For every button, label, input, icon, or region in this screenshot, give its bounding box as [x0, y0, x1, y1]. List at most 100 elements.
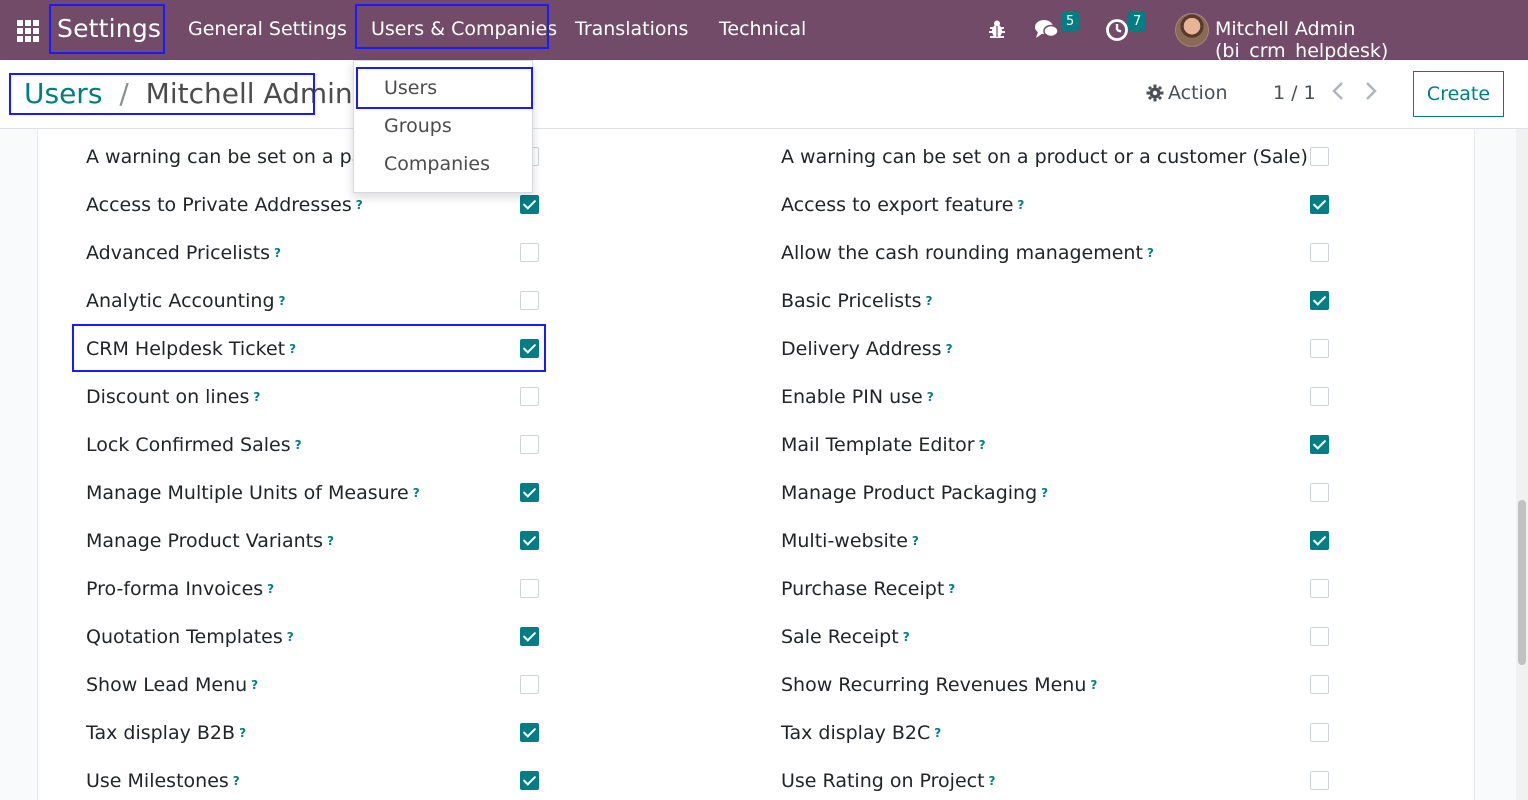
help-tooltip-icon[interactable]: ?	[295, 438, 302, 452]
help-tooltip-icon[interactable]: ?	[948, 582, 955, 596]
setting-checkbox[interactable]	[520, 195, 539, 214]
setting-checkbox[interactable]	[1310, 435, 1329, 454]
menu-general-settings[interactable]: General Settings	[188, 18, 347, 40]
setting-row: Manage Multiple Units of Measure?	[86, 478, 420, 508]
setting-checkbox[interactable]	[520, 387, 539, 406]
help-tooltip-icon[interactable]: ?	[903, 630, 910, 644]
setting-row: Pro-forma Invoices?	[86, 574, 274, 604]
create-button[interactable]: Create	[1413, 71, 1504, 117]
menu-users-companies[interactable]: Users & Companies	[371, 18, 557, 40]
help-tooltip-icon[interactable]: ?	[989, 774, 996, 788]
setting-row: Manage Product Packaging?	[781, 478, 1048, 508]
setting-checkbox[interactable]	[1310, 339, 1329, 358]
page-scrollbar[interactable]	[1516, 129, 1528, 800]
form-content: A warning can be set on a part Access to…	[0, 129, 1528, 800]
help-tooltip-icon[interactable]: ?	[926, 294, 933, 308]
setting-checkbox[interactable]	[1310, 195, 1329, 214]
setting-checkbox[interactable]	[520, 675, 539, 694]
dropdown-item-companies[interactable]: Companies	[384, 153, 490, 175]
setting-checkbox[interactable]	[520, 723, 539, 742]
breadcrumb-current: Mitchell Admin	[145, 77, 353, 110]
setting-checkbox[interactable]	[520, 579, 539, 598]
apps-menu-icon[interactable]	[17, 20, 39, 42]
help-tooltip-icon[interactable]: ?	[239, 726, 246, 740]
setting-checkbox[interactable]	[520, 291, 539, 310]
breadcrumb-separator: /	[119, 77, 129, 110]
help-tooltip-icon[interactable]: ?	[979, 438, 986, 452]
help-tooltip-icon[interactable]: ?	[279, 294, 286, 308]
help-tooltip-icon[interactable]: ?	[1017, 198, 1024, 212]
setting-checkbox[interactable]	[1310, 579, 1329, 598]
setting-label: Enable PIN use	[781, 386, 923, 408]
help-tooltip-icon[interactable]: ?	[1147, 246, 1154, 260]
setting-checkbox[interactable]	[520, 531, 539, 550]
setting-checkbox[interactable]	[1310, 387, 1329, 406]
breadcrumb-users-link[interactable]: Users	[24, 77, 102, 110]
setting-label: Multi-website	[781, 530, 908, 552]
help-tooltip-icon[interactable]: ?	[927, 390, 934, 404]
help-tooltip-icon[interactable]: ?	[1041, 486, 1048, 500]
help-tooltip-icon[interactable]: ?	[327, 534, 334, 548]
help-tooltip-icon[interactable]: ?	[356, 198, 363, 212]
setting-label: Delivery Address	[781, 338, 942, 360]
setting-row: Show Lead Menu?	[86, 670, 258, 700]
help-tooltip-icon[interactable]: ?	[413, 486, 420, 500]
help-tooltip-icon[interactable]: ?	[274, 246, 281, 260]
setting-label: Sale Receipt	[781, 626, 899, 648]
setting-label: Lock Confirmed Sales	[86, 434, 291, 456]
menu-technical[interactable]: Technical	[719, 18, 806, 40]
setting-checkbox[interactable]	[1310, 243, 1329, 262]
messages-chat-icon[interactable]	[1034, 18, 1060, 44]
setting-checkbox[interactable]	[1310, 147, 1329, 166]
setting-row: Mail Template Editor?	[781, 430, 986, 460]
setting-row: Sale Receipt?	[781, 622, 910, 652]
setting-row: Access to Private Addresses?	[86, 190, 363, 220]
setting-label: Advanced Pricelists	[86, 242, 271, 264]
setting-checkbox[interactable]	[1310, 483, 1329, 502]
help-tooltip-icon[interactable]: ?	[934, 726, 941, 740]
help-tooltip-icon[interactable]: ?	[233, 774, 240, 788]
setting-row: A warning can be set on a part	[86, 142, 379, 172]
app-brand[interactable]: Settings	[57, 14, 161, 43]
activities-count-badge: 7	[1128, 12, 1147, 31]
setting-checkbox[interactable]	[520, 771, 539, 790]
help-tooltip-icon[interactable]: ?	[912, 534, 919, 548]
activities-clock-icon[interactable]	[1105, 18, 1129, 46]
setting-label: Purchase Receipt	[781, 578, 945, 600]
help-tooltip-icon[interactable]: ?	[253, 390, 260, 404]
pager-previous-icon[interactable]	[1331, 80, 1345, 108]
setting-checkbox[interactable]	[520, 627, 539, 646]
setting-label: Allow the cash rounding management	[781, 242, 1143, 264]
dropdown-item-groups[interactable]: Groups	[384, 115, 452, 137]
action-button[interactable]: Action	[1146, 82, 1228, 104]
help-tooltip-icon[interactable]: ?	[267, 582, 274, 596]
help-tooltip-icon[interactable]: ?	[1090, 678, 1097, 692]
setting-checkbox[interactable]	[520, 435, 539, 454]
dropdown-item-users[interactable]: Users	[384, 77, 437, 99]
user-menu-name[interactable]: Mitchell Admin (bi_crm_helpdesk)	[1215, 18, 1528, 62]
setting-checkbox[interactable]	[1310, 627, 1329, 646]
setting-label: Mail Template Editor	[781, 434, 975, 456]
user-avatar[interactable]	[1175, 13, 1209, 47]
setting-checkbox[interactable]	[1310, 291, 1329, 310]
setting-checkbox[interactable]	[1310, 723, 1329, 742]
help-tooltip-icon[interactable]: ?	[289, 342, 296, 356]
debug-bug-icon[interactable]	[986, 18, 1008, 44]
scrollbar-thumb[interactable]	[1518, 500, 1526, 665]
help-tooltip-icon[interactable]: ?	[946, 342, 953, 356]
help-tooltip-icon[interactable]: ?	[287, 630, 294, 644]
pager-next-icon[interactable]	[1364, 80, 1378, 108]
pager-value[interactable]: 1 / 1	[1273, 82, 1316, 104]
setting-checkbox[interactable]	[520, 483, 539, 502]
setting-row: Delivery Address?	[781, 334, 953, 364]
setting-checkbox[interactable]	[520, 339, 539, 358]
setting-row: Quotation Templates?	[86, 622, 294, 652]
setting-checkbox[interactable]	[520, 243, 539, 262]
setting-row: Tax display B2B?	[86, 718, 246, 748]
setting-checkbox[interactable]	[1310, 531, 1329, 550]
setting-checkbox[interactable]	[1310, 675, 1329, 694]
menu-translations[interactable]: Translations	[575, 18, 688, 40]
setting-checkbox[interactable]	[1310, 771, 1329, 790]
setting-row: CRM Helpdesk Ticket?	[86, 334, 296, 364]
help-tooltip-icon[interactable]: ?	[251, 678, 258, 692]
